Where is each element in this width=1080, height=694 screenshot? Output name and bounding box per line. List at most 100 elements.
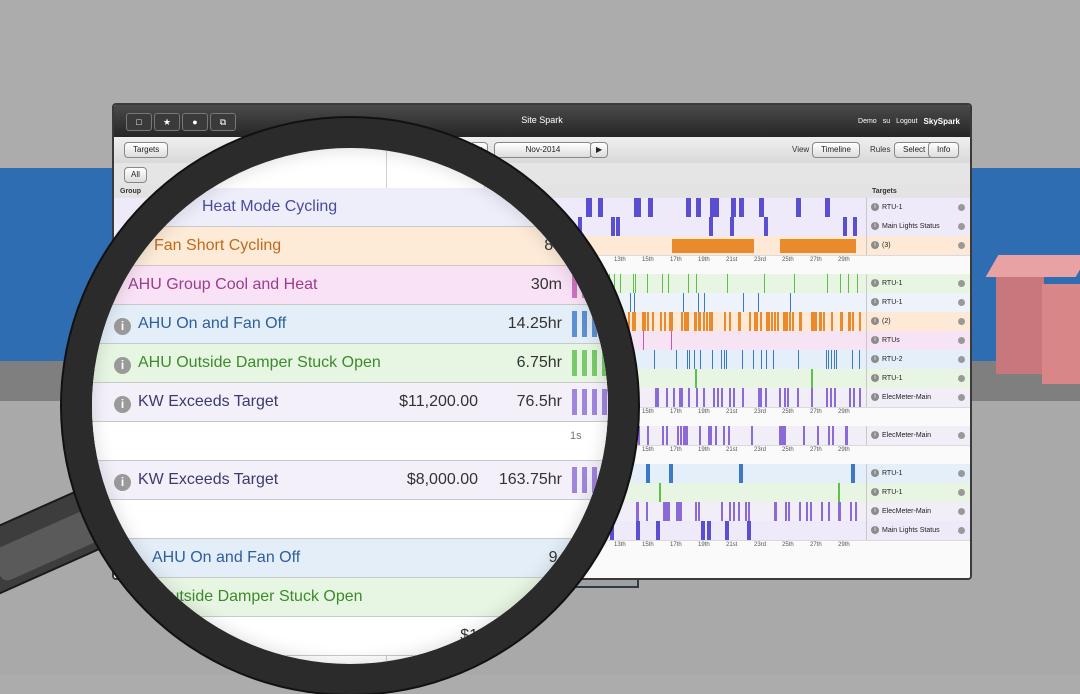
timeline-event bbox=[785, 502, 787, 521]
timeline-event bbox=[659, 483, 661, 502]
target-cell[interactable]: i Main Lights Status bbox=[866, 217, 970, 236]
timeline-event bbox=[654, 350, 655, 369]
magnified-row[interactable] bbox=[92, 422, 608, 461]
magnified-row[interactable]: i AHU Outside Damper Stuck Open 6.75hr bbox=[92, 344, 608, 383]
magnified-row[interactable]: i AHU On and Fan Off 14.25hr bbox=[92, 305, 608, 344]
timeline-bar[interactable] bbox=[564, 217, 866, 236]
open-target-icon[interactable] bbox=[958, 527, 965, 534]
timeline-bar[interactable] bbox=[564, 198, 866, 217]
target-cell[interactable]: i RTU-1 bbox=[866, 293, 970, 312]
open-target-icon[interactable] bbox=[958, 489, 965, 496]
timeline-event bbox=[638, 426, 640, 445]
target-cell[interactable]: i ElecMeter-Main bbox=[866, 502, 970, 521]
open-target-icon[interactable] bbox=[958, 375, 965, 382]
info-icon[interactable]: i bbox=[114, 474, 131, 491]
info-icon[interactable]: i bbox=[871, 431, 879, 440]
target-cell[interactable]: i (3) bbox=[866, 236, 970, 255]
magnified-row[interactable]: Outside Damper Stuck Open bbox=[92, 578, 608, 617]
target-cell[interactable]: i RTU-2 bbox=[866, 350, 970, 369]
open-target-icon[interactable] bbox=[958, 394, 965, 401]
target-label: ElecMeter-Main bbox=[882, 508, 932, 515]
magnified-row[interactable]: AHU On and Fan Off 9. bbox=[92, 539, 608, 578]
target-cell[interactable]: i RTUs bbox=[866, 331, 970, 350]
info-icon[interactable]: i bbox=[114, 318, 131, 335]
timeline-event bbox=[695, 312, 697, 331]
logout-link[interactable]: Logout bbox=[896, 118, 917, 125]
open-target-icon[interactable] bbox=[958, 470, 965, 477]
target-label: RTU-1 bbox=[882, 470, 903, 477]
open-target-icon[interactable] bbox=[958, 508, 965, 515]
timeline-event bbox=[849, 388, 851, 407]
timeline-event bbox=[582, 467, 587, 493]
open-target-icon[interactable] bbox=[958, 356, 965, 363]
timeline-event bbox=[859, 350, 860, 369]
filter-all-button[interactable]: All bbox=[124, 167, 147, 183]
timeline-event bbox=[739, 312, 741, 331]
open-target-icon[interactable] bbox=[958, 337, 965, 344]
info-icon[interactable]: i bbox=[871, 507, 879, 516]
open-target-icon[interactable] bbox=[958, 242, 965, 249]
demo-link[interactable]: Demo bbox=[858, 118, 877, 125]
date-tick-label: 29th bbox=[838, 409, 850, 415]
targets-column-header[interactable]: Targets bbox=[866, 185, 970, 199]
magnified-row[interactable]: $1 bbox=[92, 617, 608, 656]
target-cell[interactable]: i ElecMeter-Main bbox=[866, 426, 970, 445]
timeline-event bbox=[592, 350, 597, 376]
magnified-timeline bbox=[568, 188, 608, 226]
timeline-event bbox=[582, 584, 587, 610]
target-cell[interactable]: i RTU-1 bbox=[866, 483, 970, 502]
magnified-row[interactable]: AHU Group Cool and Heat 30m bbox=[92, 266, 608, 305]
info-button[interactable]: Info bbox=[928, 142, 960, 158]
info-icon[interactable]: i bbox=[871, 488, 879, 497]
rule-name-text: AHU Outside Damper Stuck Open bbox=[138, 354, 381, 371]
targets-button[interactable]: Targets bbox=[124, 142, 169, 158]
info-icon[interactable]: i bbox=[871, 222, 879, 231]
open-target-icon[interactable] bbox=[958, 204, 965, 211]
timeline-bar[interactable] bbox=[564, 236, 866, 255]
magnified-row[interactable] bbox=[92, 500, 608, 539]
open-target-icon[interactable] bbox=[958, 318, 965, 325]
target-cell[interactable]: i RTU-1 bbox=[866, 464, 970, 483]
user-link[interactable]: su bbox=[883, 118, 890, 125]
open-target-icon[interactable] bbox=[958, 223, 965, 230]
timeline-event bbox=[687, 312, 689, 331]
open-target-icon[interactable] bbox=[958, 299, 965, 306]
info-icon[interactable]: i bbox=[114, 396, 131, 413]
info-icon[interactable]: i bbox=[871, 393, 879, 402]
info-icon[interactable]: i bbox=[871, 469, 879, 478]
cost-cell bbox=[388, 422, 478, 460]
magnified-row[interactable]: Fan Short Cycling 80 bbox=[92, 227, 608, 266]
magnified-row[interactable]: i KW Exceeds Target $8,000.00 163.75hr bbox=[92, 461, 608, 500]
target-cell[interactable]: i RTU-1 bbox=[866, 274, 970, 293]
target-cell[interactable]: i RTU-1 bbox=[866, 369, 970, 388]
magnified-row[interactable]: i KW Exceeds Target $11,200.00 76.5hr bbox=[92, 383, 608, 422]
timeline-event bbox=[774, 312, 776, 331]
info-icon[interactable]: i bbox=[871, 203, 879, 212]
date-tick-label: 19th bbox=[698, 409, 710, 415]
next-month-button[interactable]: ▶ bbox=[590, 142, 609, 158]
timeline-event bbox=[657, 388, 659, 407]
info-icon[interactable]: i bbox=[871, 336, 879, 345]
info-icon[interactable]: i bbox=[871, 355, 879, 364]
timeline-event bbox=[806, 502, 808, 521]
info-icon[interactable]: i bbox=[871, 241, 879, 250]
timeline-event bbox=[747, 521, 751, 540]
view-mode-button[interactable]: Timeline bbox=[812, 142, 860, 158]
timeline-event bbox=[673, 388, 675, 407]
target-cell[interactable]: i (2) bbox=[866, 312, 970, 331]
magnified-row[interactable]: Heat Mode Cycling bbox=[92, 188, 608, 227]
info-icon[interactable]: i bbox=[114, 357, 131, 374]
info-icon[interactable]: i bbox=[871, 374, 879, 383]
info-icon[interactable]: i bbox=[871, 279, 879, 288]
info-icon[interactable]: i bbox=[871, 298, 879, 307]
timeline-event bbox=[646, 502, 648, 521]
info-icon[interactable]: i bbox=[871, 317, 879, 326]
info-icon[interactable]: i bbox=[871, 526, 879, 535]
timeline-event bbox=[678, 502, 680, 521]
open-target-icon[interactable] bbox=[958, 432, 965, 439]
open-target-icon[interactable] bbox=[958, 280, 965, 287]
target-cell[interactable]: i Main Lights Status bbox=[866, 521, 970, 540]
target-cell[interactable]: i ElecMeter-Main bbox=[866, 388, 970, 407]
target-cell[interactable]: i RTU-1 bbox=[866, 198, 970, 217]
month-selector[interactable]: Nov-2014 bbox=[494, 142, 592, 158]
